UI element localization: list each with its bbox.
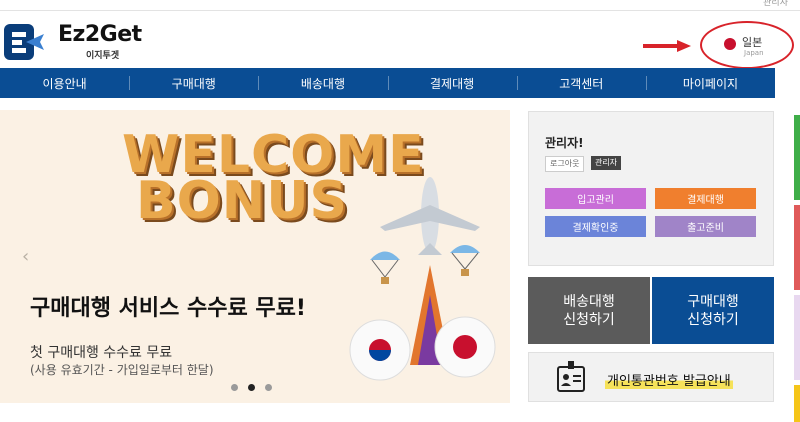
slide-dot-1[interactable]	[231, 384, 238, 391]
logo-subtext: 이지투겟	[86, 51, 120, 61]
customs-number-label: 개인통관번호 발급안내	[605, 370, 733, 389]
banner-bonus-word: BONUS	[135, 171, 349, 231]
banner-headline: 구매대행 서비스 수수료 무료!	[30, 296, 306, 321]
purchase-apply-line1: 구매대행	[687, 293, 739, 310]
promo-banner[interactable]: WELCOME BONUS 구매대행 서비스 수수료 무료! 첫 구매대행 수수…	[0, 110, 510, 403]
side-strip-yellow[interactable]	[794, 385, 800, 422]
warehousing-button[interactable]: 입고관리	[545, 188, 646, 209]
nav-item-mypage[interactable]: 마이페이지	[645, 68, 775, 98]
payment-check-button[interactable]: 결제확인중	[545, 216, 646, 237]
nav-item-payment[interactable]: 결제대행	[387, 68, 517, 98]
shipping-apply-line1: 배송대행	[563, 293, 615, 310]
nav-item-guide[interactable]: 이용안내	[0, 68, 129, 98]
id-card-icon	[557, 361, 585, 392]
site-logo[interactable]: Ez2Get 이지투겟	[2, 20, 162, 64]
admin-role-button[interactable]: 관리자	[591, 156, 622, 170]
admin-panel: 관리자! 로그아웃 관리자 입고관리 결제대행 결제확인중 출고준비	[528, 111, 774, 266]
shipping-apply-button[interactable]: 배송대행 신청하기	[528, 277, 650, 344]
ez2get-logo-icon	[4, 24, 44, 60]
logo-text: Ez2Get	[58, 22, 142, 47]
top-admin-link[interactable]: 관리자	[763, 0, 788, 8]
country-selector[interactable]: 일본	[742, 34, 762, 50]
shipping-prep-button[interactable]: 출고준비	[655, 216, 756, 237]
logout-button[interactable]: 로그아웃	[545, 156, 585, 172]
red-arrow-icon	[643, 40, 691, 52]
top-bar	[0, 0, 800, 11]
customs-number-banner[interactable]: 개인통관번호 발급안내	[528, 352, 774, 402]
shipping-apply-line2: 신청하기	[563, 311, 615, 328]
payment-service-button[interactable]: 결제대행	[655, 188, 756, 209]
admin-greeting: 관리자!	[545, 136, 584, 150]
purchase-apply-button[interactable]: 구매대행 신청하기	[652, 277, 774, 344]
banner-subtitle: 첫 구매대행 수수료 무료	[30, 345, 173, 361]
side-strip-red[interactable]	[794, 205, 800, 290]
japan-flag-icon[interactable]	[724, 38, 736, 50]
nav-item-purchase[interactable]: 구매대행	[129, 68, 258, 98]
banner-pagination	[231, 384, 272, 391]
main-nav: 이용안내 구매대행 배송대행 결제대행 고객센터 마이페이지	[0, 68, 775, 98]
nav-item-shipping[interactable]: 배송대행	[258, 68, 387, 98]
country-subtitle: Japan	[744, 49, 764, 57]
airplane-icon	[380, 177, 480, 255]
slide-dot-2[interactable]	[248, 384, 255, 391]
banner-prev-icon[interactable]: ‹	[22, 246, 38, 267]
purchase-apply-line2: 신청하기	[687, 311, 739, 328]
banner-note: (사용 유효기간 - 가입일로부터 한달)	[30, 363, 214, 377]
banner-illustration	[349, 177, 496, 381]
nav-item-support[interactable]: 고객센터	[516, 68, 646, 98]
banner-welcome-title: WELCOME BONUS	[122, 129, 424, 231]
side-strip-green[interactable]	[794, 115, 800, 200]
korea-ball-icon	[349, 319, 411, 381]
side-strip-lavender[interactable]	[794, 295, 800, 380]
japan-ball-icon	[434, 316, 496, 378]
slide-dot-3[interactable]	[265, 384, 272, 391]
